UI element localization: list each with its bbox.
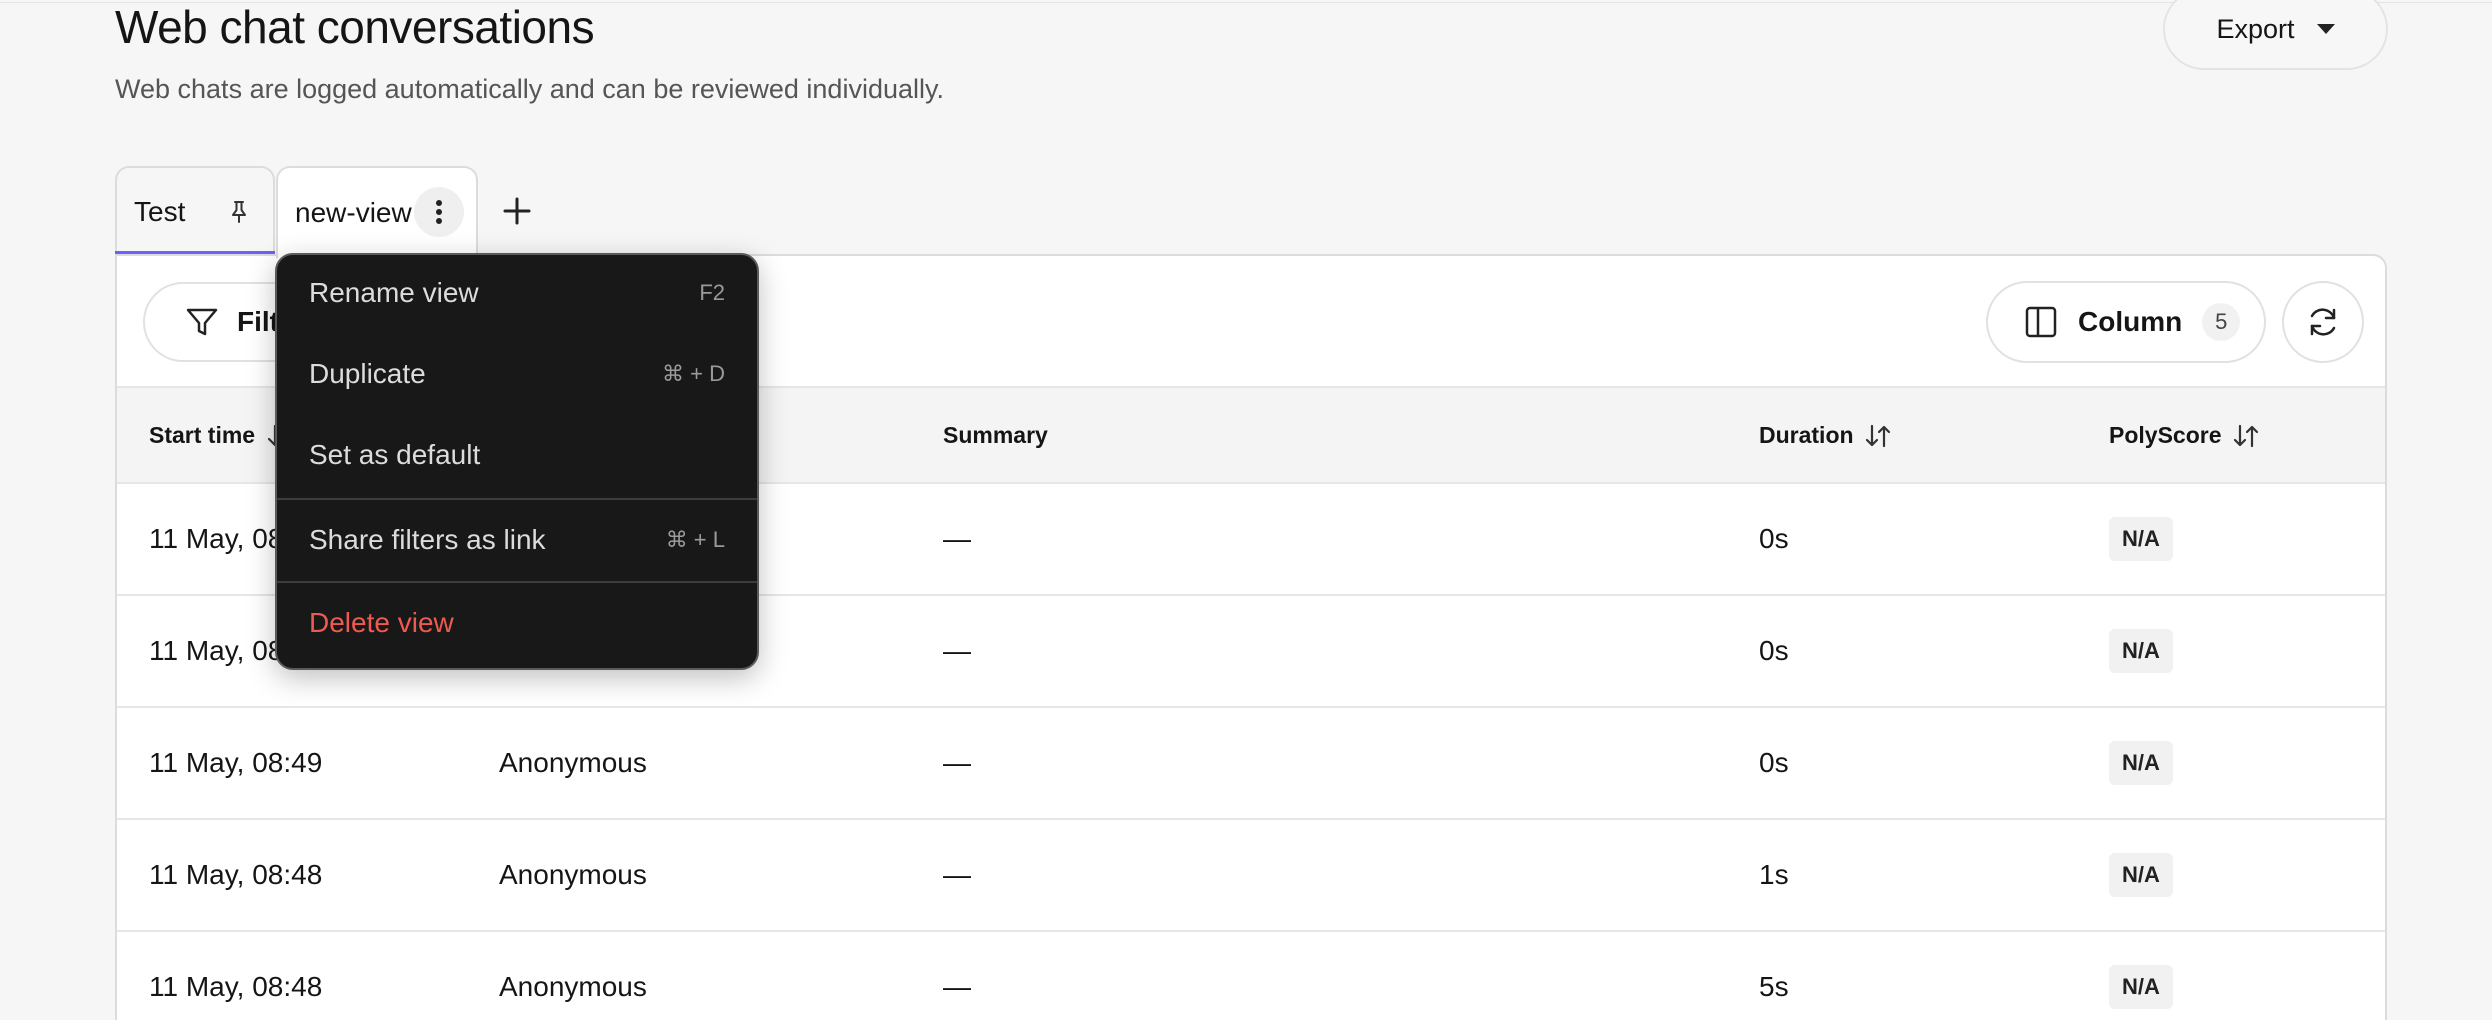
column-header-start-time[interactable]: Start time xyxy=(149,422,293,449)
duration-cell: 1s xyxy=(1759,859,1789,890)
tab-label: new-view xyxy=(295,197,412,228)
caret-down-icon xyxy=(2316,24,2335,34)
start-time-cell: 11 May, 08: xyxy=(149,523,292,554)
column-label: Column xyxy=(2078,306,2183,337)
kebab-menu-icon[interactable] xyxy=(414,187,464,237)
column-header-label: PolyScore xyxy=(2109,422,2222,448)
polyscore-badge: N/A xyxy=(2109,853,2173,897)
polyscore-badge: N/A xyxy=(2109,517,2173,561)
page-title: Web chat conversations xyxy=(115,1,595,53)
menu-item-label: Rename view xyxy=(309,277,479,308)
polyscore-badge: N/A xyxy=(2109,741,2173,785)
polyscore-cell: N/A xyxy=(2109,932,2173,1020)
user-cell: Anonymous xyxy=(499,859,647,890)
summary-cell: — xyxy=(943,635,971,666)
column-header-label: Duration xyxy=(1759,422,1854,448)
plus-icon xyxy=(503,197,531,225)
refresh-icon xyxy=(2310,308,2336,336)
user-cell: Anonymous xyxy=(499,747,647,778)
menu-item-shortcut: ⌘ + D xyxy=(662,361,725,386)
summary-cell: — xyxy=(943,971,971,1002)
menu-item-shortcut: ⌘ + L xyxy=(665,527,725,552)
table-row[interactable]: 11 May, 08:48 Anonymous — 5s N/A xyxy=(117,932,2385,1020)
filter-icon xyxy=(186,308,218,336)
polyscore-badge: N/A xyxy=(2109,965,2173,1009)
start-time-cell: 11 May, 08:48 xyxy=(149,859,323,890)
sort-icon xyxy=(1865,424,1890,447)
menu-item-label: Duplicate xyxy=(309,358,426,389)
menu-item-rename-view[interactable]: Rename view F2 xyxy=(277,253,757,333)
add-tab-button[interactable] xyxy=(497,191,537,231)
menu-divider xyxy=(277,581,757,583)
column-count-badge: 5 xyxy=(2202,303,2241,341)
user-cell: Anonymous xyxy=(499,971,647,1002)
polyscore-cell: N/A xyxy=(2109,596,2173,706)
export-label: Export xyxy=(2216,13,2295,44)
summary-cell: — xyxy=(943,523,971,554)
menu-item-share-filters-as-link[interactable]: Share filters as link ⌘ + L xyxy=(277,500,757,580)
start-time-cell: 11 May, 08: xyxy=(149,635,292,666)
polyscore-badge: N/A xyxy=(2109,629,2173,673)
table-row[interactable]: 11 May, 08:49 Anonymous — 0s N/A xyxy=(117,708,2385,820)
column-button[interactable]: Column 5 xyxy=(1986,281,2266,363)
view-context-menu: Rename view F2 Duplicate ⌘ + D Set as defaul… xyxy=(275,253,759,670)
start-time-cell: 11 May, 08:49 xyxy=(149,747,323,778)
start-time-cell: 11 May, 08:48 xyxy=(149,971,323,1002)
refresh-button[interactable] xyxy=(2282,281,2364,363)
menu-item-duplicate[interactable]: Duplicate ⌘ + D xyxy=(277,334,757,414)
tab-label: Test xyxy=(134,196,186,227)
menu-item-delete-view[interactable]: Delete view xyxy=(277,583,757,663)
column-header-label: Summary xyxy=(943,422,1048,448)
column-header-label: Start time xyxy=(149,422,256,448)
menu-divider xyxy=(277,498,757,500)
table-row[interactable]: 11 May, 08:48 Anonymous — 1s N/A xyxy=(117,820,2385,932)
filter-label: Filt xyxy=(237,306,279,337)
summary-cell: — xyxy=(943,747,971,778)
summary-cell: — xyxy=(943,859,971,890)
menu-item-shortcut: F2 xyxy=(699,280,725,305)
export-button[interactable]: Export xyxy=(2163,0,2388,70)
polyscore-cell: N/A xyxy=(2109,484,2173,594)
duration-cell: 0s xyxy=(1759,523,1789,554)
duration-cell: 5s xyxy=(1759,971,1789,1002)
tab-new-view[interactable]: new-view xyxy=(276,166,478,258)
column-header-summary[interactable]: Summary xyxy=(943,422,1048,449)
polyscore-cell: N/A xyxy=(2109,708,2173,818)
page-subtitle: Web chats are logged automatically and c… xyxy=(115,74,944,104)
menu-item-label: Share filters as link xyxy=(309,524,546,555)
duration-cell: 0s xyxy=(1759,635,1789,666)
column-header-duration[interactable]: Duration xyxy=(1759,422,1892,449)
menu-item-label: Set as default xyxy=(309,439,481,470)
menu-item-label: Delete view xyxy=(309,607,454,638)
column-header-polyscore[interactable]: PolyScore xyxy=(2109,422,2260,449)
menu-item-set-as-default[interactable]: Set as default xyxy=(277,415,757,495)
duration-cell: 0s xyxy=(1759,747,1789,778)
columns-icon xyxy=(2025,306,2057,338)
sort-icon xyxy=(2233,424,2258,447)
polyscore-cell: N/A xyxy=(2109,820,2173,930)
tab-test[interactable]: Test xyxy=(115,166,275,256)
pin-icon[interactable] xyxy=(227,198,251,226)
